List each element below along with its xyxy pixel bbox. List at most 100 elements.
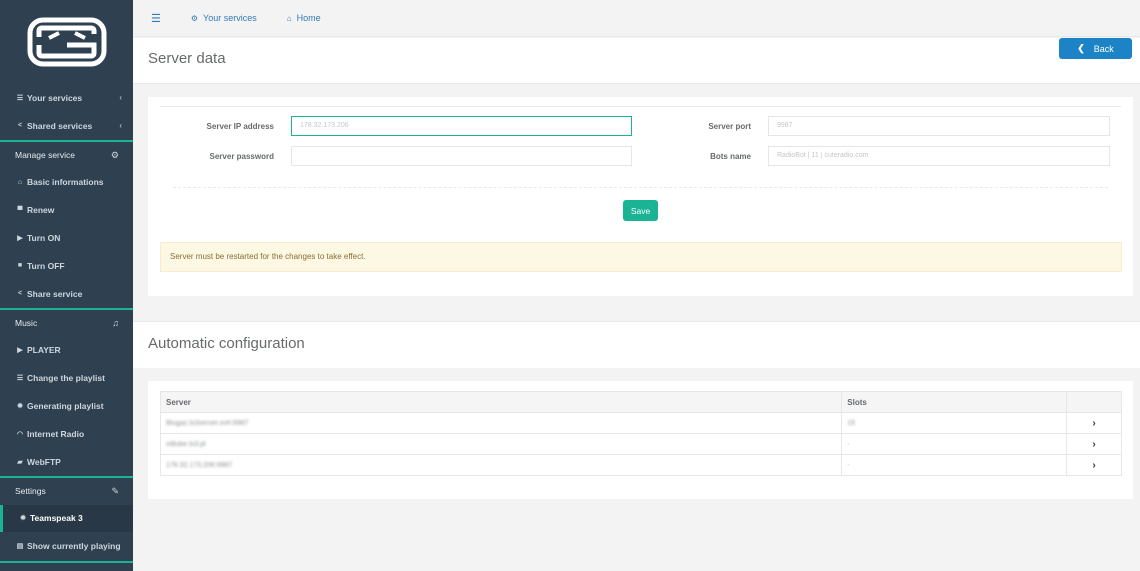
hamburger-menu-icon[interactable]: ☰ — [151, 12, 161, 25]
cart-icon: ▀ — [17, 206, 23, 214]
sidebar-item-label: PLAYER — [27, 345, 61, 356]
music-icon: ♫ — [112, 318, 119, 329]
sidebar-header-settings: Settings ✎ — [0, 475, 133, 505]
gear-icon: ✹ — [17, 403, 23, 411]
server-port-label: Server port — [708, 122, 751, 131]
column-header-action — [1066, 391, 1122, 413]
section-label: Settings — [15, 486, 46, 497]
chevron-left-icon: ‹ — [119, 121, 122, 131]
sidebar-item-basic-informations[interactable]: ⌂ Basic informations — [0, 169, 133, 197]
bots-name-label: Bots name — [710, 152, 751, 161]
column-header-slots: Slots — [841, 391, 1068, 413]
play-icon: ▶ — [17, 235, 23, 243]
sidebar-item-label: Internet Radio — [27, 428, 85, 439]
server-cell: 178.32.173.206:9987 — [159, 454, 843, 476]
slots-cell: - — [841, 454, 1068, 476]
rss-icon: ◠ — [16, 430, 24, 438]
table-row[interactable]: Blugaz.ts3server.ovh:9987 15 › — [159, 412, 1122, 434]
sidebar-item-label: Basic informations — [27, 177, 104, 188]
sidebar-item-your-services[interactable]: ☰ Your services ‹ — [0, 84, 133, 112]
sidebar-item-renew[interactable]: ▀ Renew — [0, 196, 133, 224]
server-data-panel: Server IP address 178.32.173.206 Server … — [148, 97, 1133, 296]
share-icon: < — [17, 290, 23, 298]
folder-icon: ▰ — [17, 458, 23, 466]
logo-icon — [27, 17, 106, 67]
gear-icon: ✹ — [20, 515, 26, 523]
sidebar-item-webftp[interactable]: ▰ WebFTP — [0, 448, 133, 476]
list-icon: ☰ — [16, 375, 24, 383]
sidebar-item-label: Renew — [27, 205, 55, 216]
sidebar-item-show-currently-playing[interactable]: ▤ Show currently playing — [0, 532, 133, 560]
sidebar-item-generating-playlist[interactable]: ✹ Generating playlist — [0, 392, 133, 420]
chevron-right-icon[interactable]: › — [1066, 433, 1122, 455]
share-icon: < — [17, 122, 23, 130]
server-password-label: Server password — [209, 152, 274, 161]
slots-cell: - — [841, 433, 1068, 455]
logo[interactable] — [0, 0, 133, 84]
slots-cell: 15 — [841, 412, 1068, 434]
nav-link-label: Home — [296, 13, 321, 23]
sidebar-item-label: Change the playlist — [27, 373, 105, 384]
chevron-right-icon[interactable]: › — [1066, 412, 1122, 434]
top-navbar: ☰ ⚙ Your services ⌂ Home — [133, 0, 1140, 37]
sidebar-item-shared-services[interactable]: < Shared services ‹ — [0, 112, 133, 140]
sidebar-item-turn-on[interactable]: ▶ Turn ON — [0, 224, 133, 252]
sidebar-divider — [0, 561, 133, 571]
sidebar-header-manage-service: Manage service ⚙ — [0, 139, 133, 169]
chevron-left-icon: ‹ — [119, 93, 122, 103]
sidebar-item-label: Teamspeak 3 — [30, 513, 83, 524]
play-icon: ▶ — [17, 347, 23, 355]
section-title: Automatic configuration — [148, 335, 305, 352]
sidebar-item-label: Show currently playing — [27, 541, 121, 552]
table-row[interactable]: 178.32.173.206:9987 - › — [159, 454, 1122, 476]
server-port-input[interactable]: 9987 — [768, 116, 1110, 136]
wrench-icon: ✎ — [111, 485, 119, 496]
servers-table: Server Slots Blugaz.ts3server.ovh:9987 1… — [159, 391, 1122, 476]
column-header-server: Server — [159, 391, 843, 413]
sidebar-item-label: Turn ON — [27, 233, 61, 244]
page-heading: Server data ❮ Back — [133, 38, 1140, 84]
back-button-label: Back — [1093, 43, 1114, 54]
auto-config-panel: Server Slots Blugaz.ts3server.ovh:9987 1… — [148, 381, 1133, 499]
stop-icon: ■ — [17, 262, 23, 270]
table-header-row: Server Slots — [159, 391, 1122, 413]
server-password-input[interactable] — [291, 146, 632, 166]
home-icon: ⌂ — [286, 14, 292, 23]
sidebar: ☰ Your services ‹ < Shared services ‹ Ma… — [0, 0, 133, 571]
list-icon: ☰ — [16, 94, 24, 102]
restart-warning-alert: Server must be restarted for the changes… — [160, 242, 1122, 272]
nav-link-home[interactable]: ⌂ Home — [287, 13, 321, 23]
section-label: Music — [15, 318, 38, 329]
auto-config-heading: Automatic configuration — [133, 321, 1140, 368]
sidebar-item-turn-off[interactable]: ■ Turn OFF — [0, 252, 133, 280]
server-ip-label: Server IP address — [206, 122, 274, 131]
gears-icon: ⚙ — [190, 14, 199, 23]
sidebar-header-music: Music ♫ — [0, 307, 133, 337]
sidebar-item-label: Share service — [27, 288, 83, 299]
server-cell: vdtube.ts3.pl — [159, 433, 843, 455]
gears-icon: ⚙ — [110, 149, 119, 160]
divider — [160, 106, 1121, 107]
sidebar-item-label: Turn OFF — [27, 260, 65, 271]
page-title: Server data — [148, 50, 226, 67]
sidebar-item-teamspeak3[interactable]: ✹ Teamspeak 3 — [0, 504, 133, 533]
sidebar-item-label: Your services — [27, 92, 83, 103]
home-icon: ⌂ — [17, 178, 23, 186]
sidebar-item-internet-radio[interactable]: ◠ Internet Radio — [0, 420, 133, 448]
sidebar-item-share-service[interactable]: < Share service — [0, 280, 133, 308]
chevron-left-icon: ❮ — [1077, 43, 1085, 53]
sidebar-item-change-playlist[interactable]: ☰ Change the playlist — [0, 364, 133, 392]
server-ip-input[interactable]: 178.32.173.206 — [291, 116, 632, 136]
nav-link-your-services[interactable]: ⚙ Your services — [191, 13, 257, 23]
bots-name-input[interactable]: RadioBot | 11 | cuteradio.com — [768, 146, 1110, 166]
nav-link-label: Your services — [203, 13, 257, 23]
divider — [173, 187, 1108, 188]
save-button[interactable]: Save — [623, 200, 658, 221]
table-row[interactable]: vdtube.ts3.pl - › — [159, 433, 1122, 455]
sidebar-item-player[interactable]: ▶ PLAYER — [0, 337, 133, 365]
back-button[interactable]: ❮ Back — [1059, 38, 1132, 59]
chevron-right-icon[interactable]: › — [1066, 454, 1122, 476]
server-cell: Blugaz.ts3server.ovh:9987 — [159, 412, 843, 434]
sidebar-item-label: Generating playlist — [27, 401, 104, 412]
sidebar-item-label: Shared services — [27, 120, 93, 131]
